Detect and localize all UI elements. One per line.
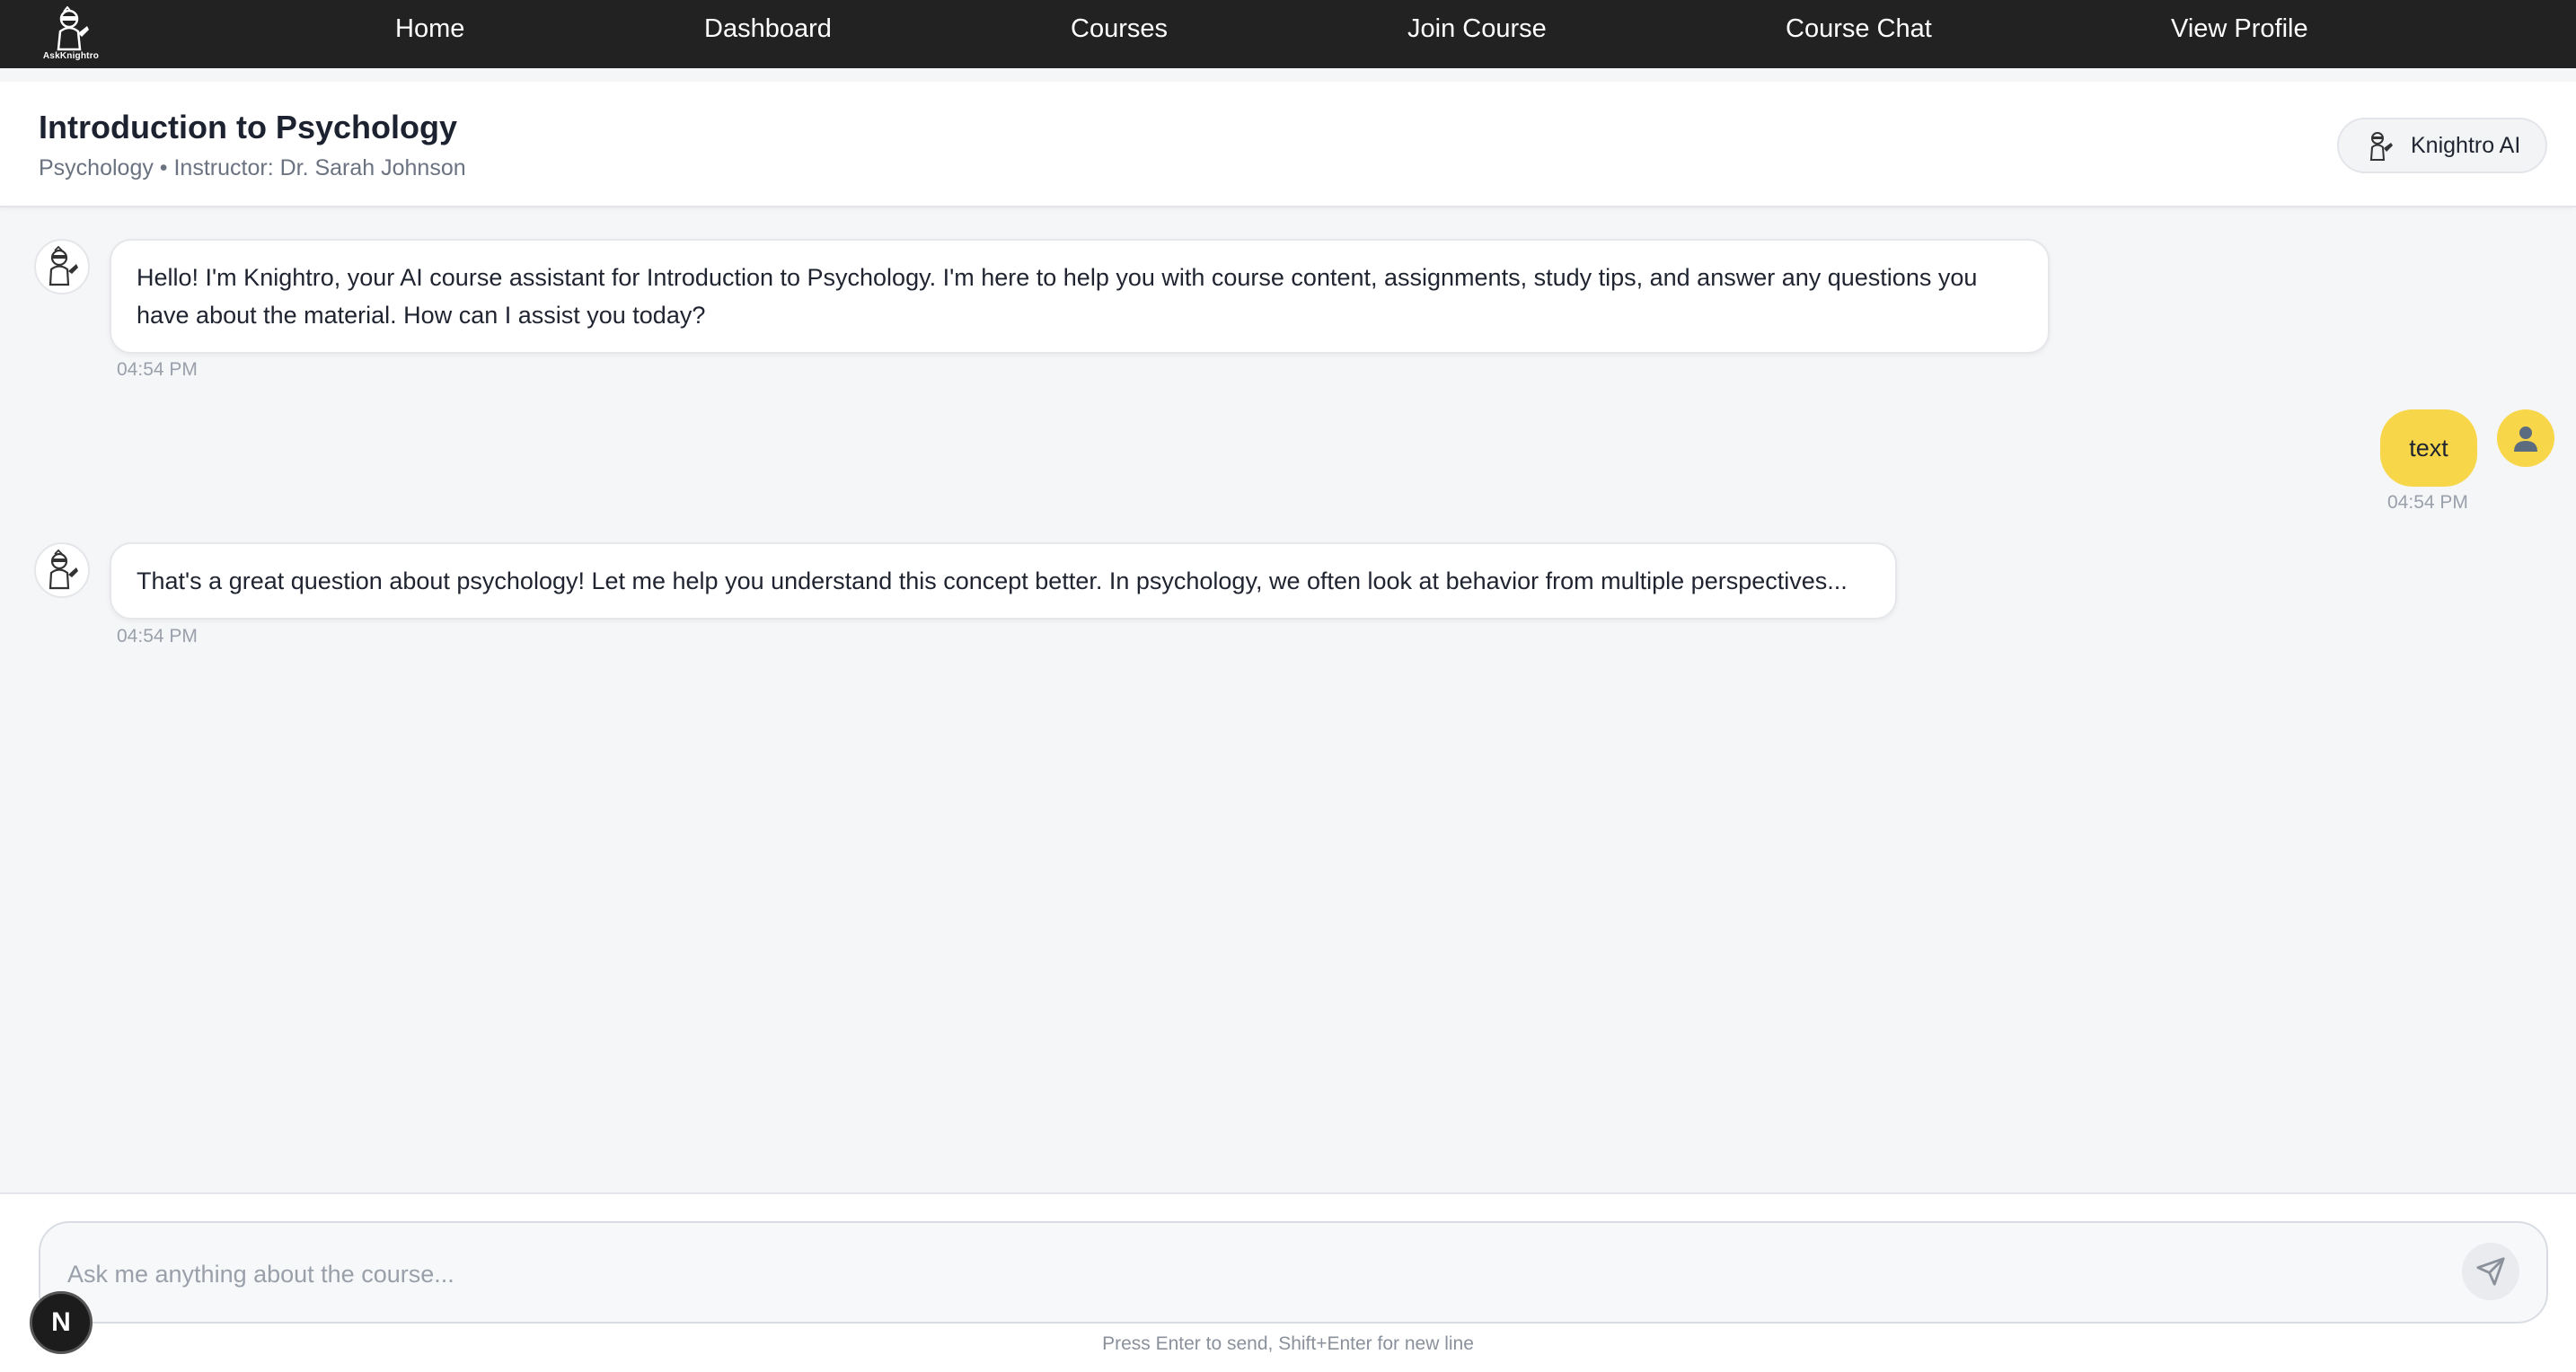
course-header: Introduction to Psychology Psychology • … — [0, 82, 2576, 207]
nav-home[interactable]: Home — [395, 0, 464, 68]
knightro-ai-label: Knightro AI — [2411, 132, 2521, 158]
bot-message-text: Hello! I'm Knightro, your AI course assi… — [137, 264, 1978, 329]
send-icon — [2476, 1257, 2505, 1286]
course-title: Introduction to Psychology — [39, 109, 457, 145]
message-composer — [39, 1221, 2548, 1324]
dev-tools-badge-label: N — [51, 1307, 71, 1337]
bot-avatar — [34, 542, 90, 598]
nav-view-profile[interactable]: View Profile — [2171, 0, 2308, 68]
knightro-ai-badge[interactable]: Knightro AI — [2337, 118, 2547, 173]
nav-join-course[interactable]: Join Course — [1407, 0, 1547, 68]
send-button[interactable] — [2462, 1243, 2519, 1300]
message-timestamp: 04:54 PM — [117, 626, 198, 646]
bot-message-text: That's a great question about psychology… — [137, 567, 1848, 594]
user-message-text: text — [2409, 434, 2448, 462]
nav-courses[interactable]: Courses — [1071, 0, 1168, 68]
knight-mascot-icon — [49, 245, 78, 286]
brand-text: AskKnightro — [42, 50, 100, 61]
course-subtitle: Psychology • Instructor: Dr. Sarah Johns… — [39, 155, 466, 180]
message-timestamp: 04:54 PM — [2387, 492, 2468, 513]
bot-message-bubble: That's a great question about psychology… — [110, 542, 1897, 620]
user-avatar — [2497, 409, 2554, 467]
bot-message-bubble: Hello! I'm Knightro, your AI course assi… — [110, 239, 2050, 354]
nav-dashboard[interactable]: Dashboard — [704, 0, 832, 68]
knight-mascot-icon — [57, 5, 89, 50]
user-message-bubble: text — [2380, 409, 2477, 487]
message-timestamp: 04:54 PM — [117, 359, 198, 380]
composer-area: Press Enter to send, Shift+Enter for new… — [0, 1192, 2576, 1372]
dev-tools-badge[interactable]: N — [30, 1291, 93, 1354]
knight-mascot-icon — [49, 549, 78, 590]
brand-logo[interactable]: AskKnightro — [41, 2, 101, 65]
chat-input[interactable] — [67, 1250, 2403, 1298]
top-navigation-bar: AskKnightro Home Dashboard Courses Join … — [0, 0, 2576, 68]
bot-avatar — [34, 239, 90, 295]
composer-hint: Press Enter to send, Shift+Enter for new… — [1102, 1333, 1474, 1354]
knight-mascot-icon — [2369, 132, 2393, 161]
nav-course-chat[interactable]: Course Chat — [1786, 0, 1932, 68]
user-silhouette-icon — [2514, 427, 2537, 452]
